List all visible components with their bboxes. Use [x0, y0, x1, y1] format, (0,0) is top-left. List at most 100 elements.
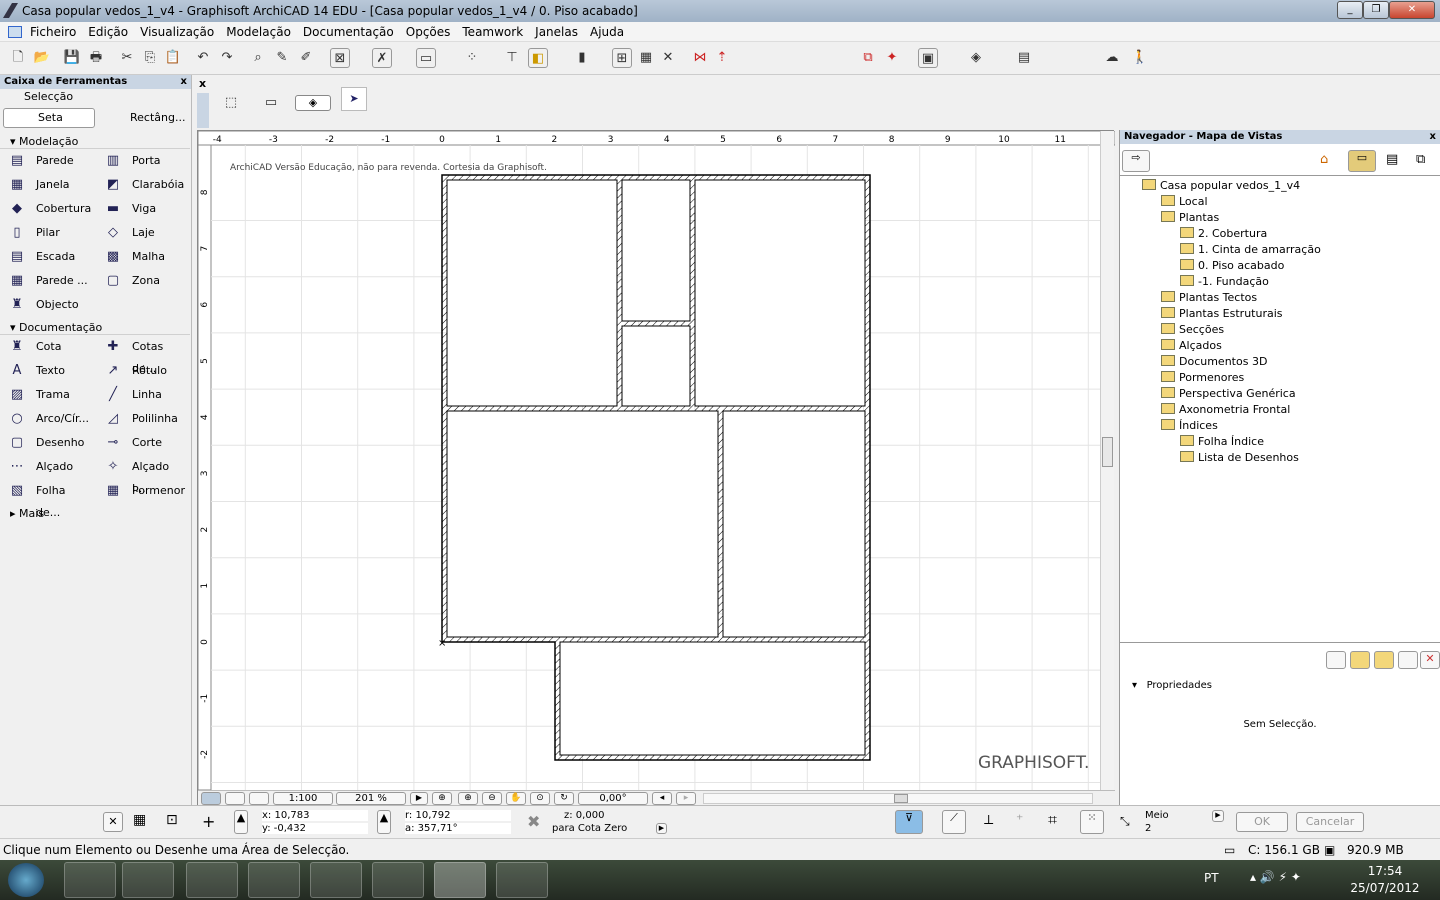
vertical-scrollbar[interactable]	[1100, 131, 1114, 791]
save-view-icon[interactable]	[1398, 651, 1418, 669]
menu-edicao[interactable]: Edição	[88, 25, 128, 39]
3d-cut-icon[interactable]: ⧉	[858, 48, 878, 68]
offset-icon[interactable]: ⌗	[1048, 810, 1057, 830]
play-icon[interactable]: ▶	[410, 792, 428, 805]
clock-time[interactable]: 17:54	[1360, 864, 1410, 878]
taskbar-word[interactable]	[310, 862, 362, 898]
next-view-icon[interactable]: ▸	[676, 792, 696, 805]
3d-window-icon[interactable]: ◈	[966, 48, 986, 68]
taskbar-media-player[interactable]	[122, 862, 174, 898]
x-coordinate[interactable]: x: 10,783	[262, 810, 368, 821]
undo-icon[interactable]: ↶	[193, 48, 213, 68]
tool-pormenor[interactable]: ▦ Pormenor	[96, 480, 186, 502]
tree-item[interactable]: Documentos 3D	[1161, 354, 1267, 370]
menu-documentacao[interactable]: Documentação	[303, 25, 394, 39]
pen-icon[interactable]: ▮	[572, 48, 592, 68]
ok-button[interactable]: OK	[1236, 812, 1288, 832]
tool-rótulo[interactable]: ↗ Rótulo	[96, 360, 186, 382]
guide-line-icon[interactable]: ⟋	[942, 810, 966, 834]
tool-alçado-i[interactable]: ✧ Alçado I...	[96, 456, 186, 495]
taskbar-ie[interactable]	[64, 862, 116, 898]
tool-alçado[interactable]: ⋯ Alçado	[0, 456, 90, 478]
teamwork-icon[interactable]: ☁	[1102, 48, 1122, 68]
clock-date[interactable]: 25/07/2012	[1350, 881, 1420, 895]
tool-cota[interactable]: ♜ Cota	[0, 336, 90, 358]
layout-icon[interactable]: ▤	[1014, 48, 1034, 68]
copy-icon[interactable]: ⎘	[140, 48, 160, 68]
save-icon[interactable]: 💾	[62, 48, 82, 68]
documentacao-section[interactable]: ▾ Documentação	[0, 320, 190, 335]
cancel-icon[interactable]: ✕	[103, 812, 123, 832]
trace-icon[interactable]: ✗	[372, 48, 392, 68]
tool-desenho[interactable]: ▢ Desenho	[0, 432, 90, 454]
reference-level[interactable]: para Cota Zero	[552, 823, 627, 834]
angle-coordinate[interactable]: a: 357,71°	[405, 823, 511, 834]
settings-icon[interactable]	[1326, 651, 1346, 669]
adjust-icon[interactable]: ⇡	[712, 48, 732, 68]
tree-item[interactable]: Plantas Tectos	[1161, 290, 1257, 306]
grid-snap-icon[interactable]: ▭	[416, 48, 436, 68]
tree-item[interactable]: Folha Índice	[1180, 434, 1264, 450]
tree-item[interactable]: Casa popular vedos_1_v4	[1142, 178, 1300, 194]
magic-wand-icon[interactable]: ⁙	[1080, 810, 1104, 834]
tool-parede[interactable]: ▤ Parede	[0, 150, 90, 172]
tool-janela[interactable]: ▦ Janela	[0, 174, 90, 196]
reference-dropdown-icon[interactable]: ▶	[656, 823, 667, 834]
info-box-handle[interactable]	[197, 93, 209, 128]
new-view-icon[interactable]	[1350, 651, 1370, 669]
horizontal-scrollbar[interactable]	[703, 793, 1093, 804]
rect-geometry-icon[interactable]: ▭	[261, 93, 281, 113]
r-coordinate[interactable]: r: 10,792	[405, 810, 511, 821]
floor-plan-canvas[interactable]: × -4 -3 -2 -1 0 1 2 3 4 5 6 7 8 9 10 11876543210-1-2	[198, 131, 1115, 806]
tool-clarabóia[interactable]: ◩ Clarabóia	[96, 174, 186, 196]
start-button[interactable]	[8, 863, 44, 897]
z-coordinate[interactable]: z: 0,000	[564, 810, 664, 821]
tool-cobertura[interactable]: ◆ Cobertura	[0, 198, 91, 220]
element-snap-icon[interactable]: ⊽	[895, 810, 923, 834]
close-button[interactable]: ✕	[1389, 1, 1435, 19]
tool-pilar[interactable]: ▯ Pilar	[0, 222, 90, 244]
walk-icon[interactable]: 🚶	[1130, 48, 1150, 68]
menu-teamwork[interactable]: Teamwork	[462, 25, 523, 39]
tree-item[interactable]: 1. Cinta de amarração	[1180, 242, 1321, 258]
tool-linha[interactable]: ╱ Linha	[96, 384, 186, 406]
polygon-geometry-icon[interactable]: ⬚	[221, 93, 241, 113]
pan-icon[interactable]: ✋	[506, 792, 526, 805]
ruler-icon[interactable]: ⊤	[502, 48, 522, 68]
pick-up-icon[interactable]: ✎	[272, 48, 292, 68]
maximize-button[interactable]: ❐	[1363, 1, 1389, 19]
zoom-fit-icon[interactable]: ⊕	[432, 792, 452, 805]
tool-malha[interactable]: ▩ Malha	[96, 246, 186, 268]
magic-icon[interactable]: ⊞	[612, 48, 632, 68]
tree-item[interactable]: -1. Fundação	[1180, 274, 1269, 290]
inject-icon[interactable]: ✐	[296, 48, 316, 68]
tool-laje[interactable]: ◇ Laje	[96, 222, 186, 244]
rotate-icon[interactable]: ↻	[554, 792, 574, 805]
menu-janelas[interactable]: Janelas	[535, 25, 578, 39]
snap-points-icon[interactable]: ⁺	[1016, 812, 1023, 828]
polar-coords-icon[interactable]: ▲	[377, 810, 391, 834]
floor-plan-window[interactable]: × -4 -3 -2 -1 0 1 2 3 4 5 6 7 8 9 10 11 8 7 6 5 4 3 2 1 0 -1 -2 Ar…	[197, 130, 1115, 806]
open-folder-icon[interactable]: 📂	[32, 48, 52, 68]
menu-ficheiro[interactable]: Ficheiro	[30, 25, 76, 39]
construction-grid-icon[interactable]: ⊡	[166, 812, 178, 828]
print-icon[interactable]: 🖶	[86, 48, 106, 68]
close-icon[interactable]: x	[181, 75, 187, 89]
zoom-field[interactable]: 201 %	[336, 792, 406, 805]
layout-book-icon[interactable]: ▤	[1386, 152, 1398, 167]
properties-section[interactable]: ▾ Propriedades	[1132, 680, 1212, 691]
previous-view-icon[interactable]: ◂	[652, 792, 672, 805]
zoom-window-icon[interactable]	[225, 792, 245, 805]
view-map-icon[interactable]: ▭	[1348, 150, 1376, 172]
redo-icon[interactable]: ↷	[217, 48, 237, 68]
language-indicator[interactable]: PT	[1204, 871, 1219, 885]
cut-icon[interactable]: ✂	[117, 48, 137, 68]
tool-zona[interactable]: ▢ Zona	[96, 270, 186, 292]
tree-item[interactable]: Perspectiva Genérica	[1161, 386, 1296, 402]
gravity-icon[interactable]: ⊠	[330, 48, 350, 68]
tree-item[interactable]: Secções	[1161, 322, 1224, 338]
tray-icons[interactable]: ▴ 🔊 ⚡ ✦	[1250, 870, 1301, 884]
taskbar-explorer[interactable]	[186, 862, 238, 898]
minimize-button[interactable]: _	[1337, 1, 1363, 19]
new-folder-icon[interactable]	[1374, 651, 1394, 669]
